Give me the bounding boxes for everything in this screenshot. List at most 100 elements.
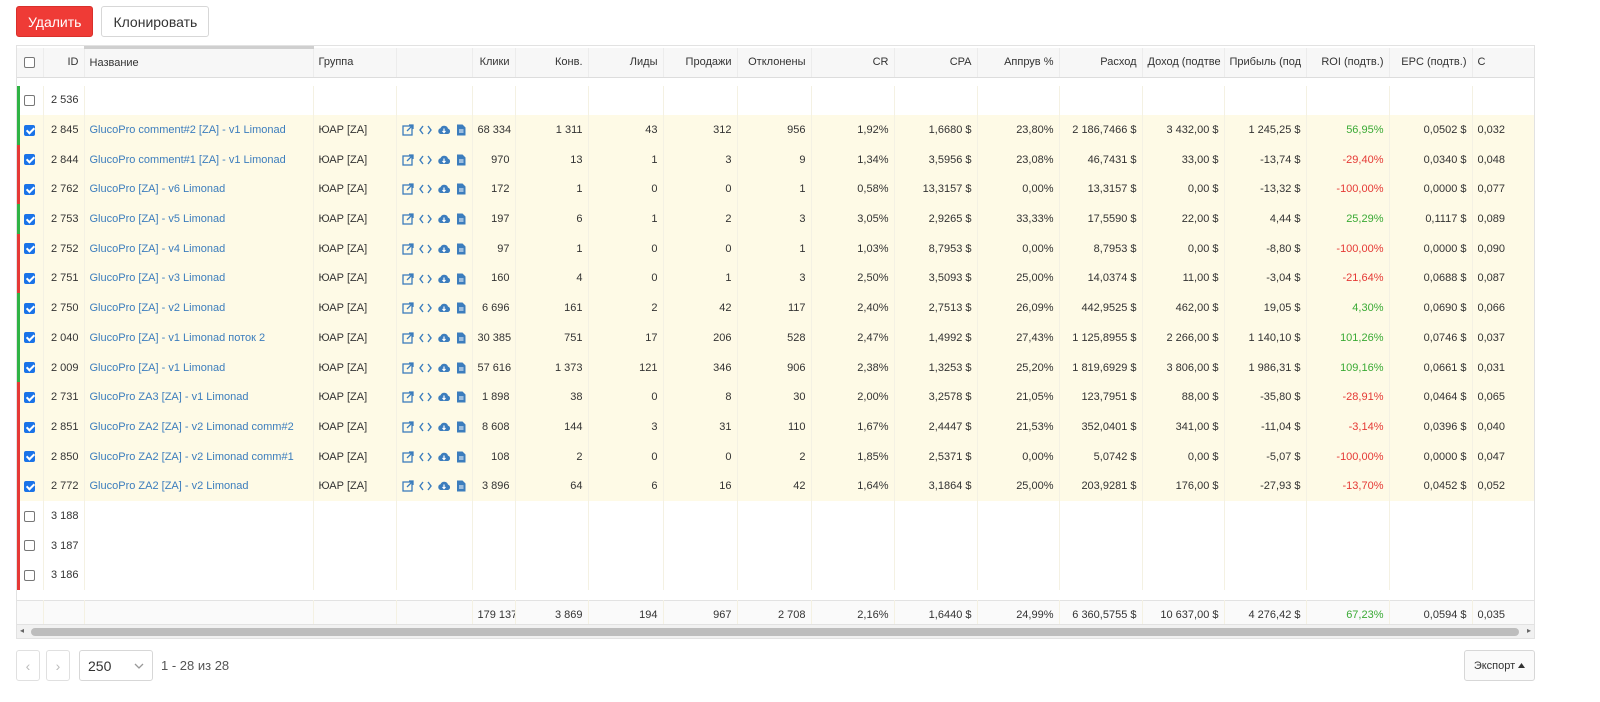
- campaign-name-link[interactable]: GlucoPro ZA3 [ZA] - v1 Limonad: [90, 391, 249, 403]
- table-row[interactable]: 2 753 GlucoPro [ZA] - v5 Limonad ЮАР [ZA] 1…: [17, 204, 1534, 234]
- row-select-cell[interactable]: [17, 85, 44, 116]
- column-header-cost[interactable]: Расход: [1059, 47, 1143, 78]
- next-page-button[interactable]: ›: [46, 650, 70, 681]
- code-icon[interactable]: [419, 480, 432, 492]
- row-checkbox[interactable]: [24, 362, 36, 374]
- cloud-download-icon[interactable]: [437, 154, 451, 166]
- export-button[interactable]: Экспорт: [1464, 650, 1535, 681]
- cloud-download-icon[interactable]: [437, 480, 451, 492]
- document-icon[interactable]: [456, 124, 466, 136]
- external-link-icon[interactable]: [402, 361, 414, 374]
- column-header-roi[interactable]: ROI (подтв.): [1306, 47, 1390, 78]
- column-header-extra[interactable]: С: [1472, 47, 1534, 78]
- row-checkbox[interactable]: [24, 302, 36, 314]
- campaign-name-link[interactable]: GlucoPro ZA2 [ZA] - v2 Limonad: [90, 480, 249, 492]
- campaign-name-link[interactable]: GlucoPro [ZA] - v1 Limonad поток 2: [90, 332, 266, 344]
- row-select-cell[interactable]: [17, 412, 44, 442]
- campaign-name-link[interactable]: GlucoPro ZA2 [ZA] - v2 Limonad comm#2: [90, 421, 294, 433]
- external-link-icon[interactable]: [402, 213, 414, 225]
- table-row[interactable]: 3 187: [17, 530, 1534, 561]
- document-icon[interactable]: [456, 332, 466, 344]
- code-icon[interactable]: [419, 273, 432, 285]
- code-icon[interactable]: [419, 451, 432, 463]
- table-row[interactable]: 2 750 GlucoPro [ZA] - v2 Limonad ЮАР [ZA] 6…: [17, 293, 1534, 323]
- row-select-cell[interactable]: [17, 263, 44, 294]
- table-row[interactable]: 2 731 GlucoPro ZA3 [ZA] - v1 Limonad ЮАР […: [17, 382, 1534, 413]
- cloud-download-icon[interactable]: [437, 273, 451, 285]
- column-header-rejected[interactable]: Отклонены: [737, 47, 812, 78]
- row-select-cell[interactable]: [17, 233, 44, 264]
- scroll-right-icon[interactable]: ▸: [1527, 626, 1531, 635]
- code-icon[interactable]: [419, 183, 432, 195]
- row-checkbox[interactable]: [24, 451, 36, 463]
- campaign-name-link[interactable]: GlucoPro [ZA] - v2 Limonad: [90, 302, 226, 314]
- campaign-name-link[interactable]: GlucoPro comment#1 [ZA] - v1 Limonad: [90, 154, 286, 166]
- row-select-cell[interactable]: [17, 560, 44, 591]
- cloud-download-icon[interactable]: [437, 124, 451, 136]
- document-icon[interactable]: [456, 183, 466, 195]
- campaign-name-link[interactable]: GlucoPro ZA2 [ZA] - v2 Limonad comm#1: [90, 451, 294, 463]
- document-icon[interactable]: [456, 302, 466, 314]
- row-checkbox[interactable]: [24, 569, 36, 581]
- row-select-cell[interactable]: [17, 382, 44, 413]
- table-row[interactable]: 2 752 GlucoPro [ZA] - v4 Limonad ЮАР [ZA] 9…: [17, 233, 1534, 264]
- clone-button[interactable]: Клонировать: [101, 6, 210, 37]
- column-header-epc[interactable]: EPC (подтв.): [1389, 47, 1473, 78]
- row-checkbox[interactable]: [24, 154, 36, 166]
- table-row[interactable]: 3 188: [17, 501, 1534, 531]
- horizontal-scrollbar[interactable]: ◂ ▸: [16, 624, 1535, 639]
- table-row[interactable]: 2 009 GlucoPro [ZA] - v1 Limonad ЮАР [ZA] 5…: [17, 352, 1534, 383]
- page-size-select[interactable]: 250: [79, 650, 153, 681]
- row-select-cell[interactable]: [17, 471, 44, 502]
- scrollbar-thumb[interactable]: [31, 628, 1519, 636]
- code-icon[interactable]: [419, 391, 432, 403]
- row-select-cell[interactable]: [17, 352, 44, 383]
- cloud-download-icon[interactable]: [437, 451, 451, 463]
- column-header-actions[interactable]: [396, 47, 473, 78]
- document-icon[interactable]: [456, 421, 466, 433]
- document-icon[interactable]: [456, 391, 466, 403]
- code-icon[interactable]: [419, 213, 432, 225]
- column-header-select[interactable]: [17, 47, 44, 78]
- row-checkbox[interactable]: [24, 213, 36, 225]
- prev-page-button[interactable]: ‹: [16, 650, 40, 681]
- external-link-icon[interactable]: [402, 450, 414, 463]
- table-row[interactable]: 2 762 GlucoPro [ZA] - v6 Limonad ЮАР [ZA] 1…: [17, 174, 1534, 205]
- cloud-download-icon[interactable]: [437, 391, 451, 403]
- document-icon[interactable]: [456, 273, 466, 285]
- row-checkbox[interactable]: [24, 273, 36, 285]
- code-icon[interactable]: [419, 421, 432, 433]
- column-header-id[interactable]: ID: [43, 47, 85, 78]
- cloud-download-icon[interactable]: [437, 332, 451, 344]
- table-row[interactable]: 2 844 GlucoPro comment#1 [ZA] - v1 Limona…: [17, 144, 1534, 175]
- external-link-icon[interactable]: [402, 421, 414, 433]
- row-checkbox[interactable]: [24, 332, 36, 344]
- cloud-download-icon[interactable]: [437, 183, 451, 195]
- document-icon[interactable]: [456, 480, 466, 492]
- column-header-group[interactable]: Группа: [313, 47, 397, 78]
- select-all-checkbox[interactable]: [24, 56, 36, 68]
- table-row[interactable]: 2 040 GlucoPro [ZA] - v1 Limonad поток 2 Ю…: [17, 323, 1534, 353]
- scroll-left-icon[interactable]: ◂: [20, 626, 24, 635]
- external-link-icon[interactable]: [402, 243, 414, 255]
- campaign-name-link[interactable]: GlucoPro comment#2 [ZA] - v1 Limonad: [90, 124, 286, 136]
- column-header-name[interactable]: Название: [84, 46, 314, 78]
- table-row[interactable]: 2 845 GlucoPro comment#2 [ZA] - v1 Limona…: [17, 115, 1534, 145]
- code-icon[interactable]: [419, 362, 432, 374]
- document-icon[interactable]: [456, 451, 466, 463]
- document-icon[interactable]: [456, 154, 466, 166]
- table-row[interactable]: 3 186: [17, 560, 1534, 591]
- code-icon[interactable]: [419, 302, 432, 314]
- column-header-approve[interactable]: Аппрув %: [977, 47, 1060, 78]
- row-checkbox[interactable]: [24, 421, 36, 433]
- column-header-profit[interactable]: Прибыль (под: [1224, 47, 1307, 78]
- column-header-cr[interactable]: CR: [811, 47, 895, 78]
- row-checkbox[interactable]: [24, 510, 36, 522]
- document-icon[interactable]: [456, 243, 466, 255]
- external-link-icon[interactable]: [402, 480, 414, 492]
- table-row[interactable]: 2 851 GlucoPro ZA2 [ZA] - v2 Limonad comm…: [17, 412, 1534, 442]
- external-link-icon[interactable]: [402, 124, 414, 136]
- row-select-cell[interactable]: [17, 144, 44, 175]
- row-select-cell[interactable]: [17, 115, 44, 145]
- row-checkbox[interactable]: [24, 94, 36, 106]
